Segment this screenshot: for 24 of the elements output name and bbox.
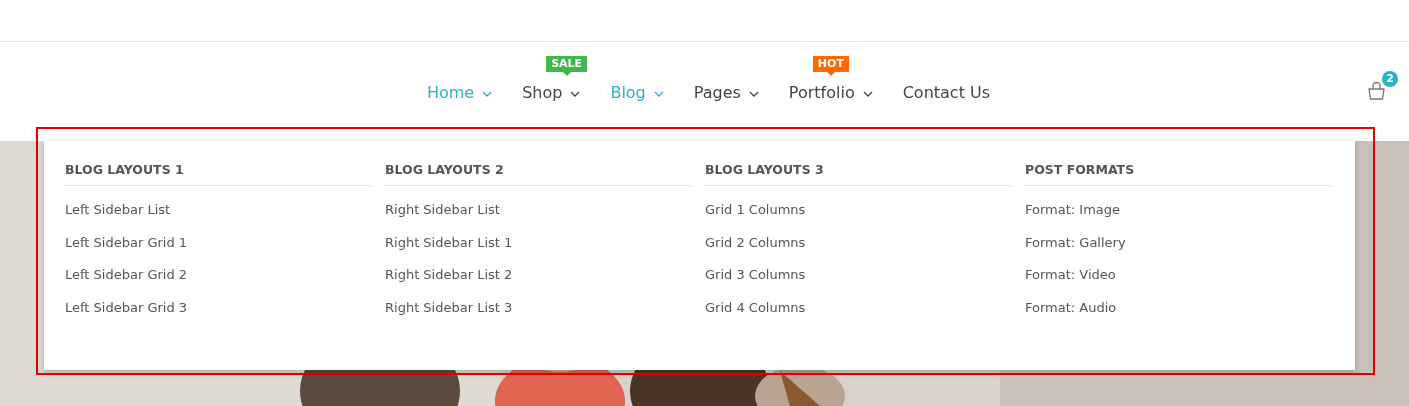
menu-link[interactable]: Grid 1 Columns: [705, 201, 806, 218]
cart-count: 2: [1382, 71, 1398, 87]
menu-link[interactable]: Left Sidebar List: [65, 201, 171, 218]
menu-link[interactable]: Grid 3 Columns: [705, 266, 806, 283]
menu-link[interactable]: Format: Gallery: [1025, 233, 1126, 251]
menu-link[interactable]: Left Sidebar Grid 1: [65, 233, 188, 251]
menu-link[interactable]: Right Sidebar List 3: [385, 298, 513, 316]
nav-link[interactable]: Pages: [693, 83, 759, 102]
menu-link[interactable]: Format: Video: [1025, 266, 1116, 283]
column-heading: BLOG LAYOUTS 3: [705, 156, 1013, 186]
menu-link[interactable]: Grid 2 Columns: [705, 233, 806, 251]
column-heading: POST FORMATS: [1025, 156, 1333, 186]
menu-link[interactable]: Left Sidebar Grid 2: [65, 266, 188, 283]
menu-link[interactable]: Right Sidebar List: [385, 201, 500, 218]
column-heading: BLOG LAYOUTS 2: [385, 156, 693, 186]
menu-link[interactable]: Left Sidebar Grid 3: [65, 298, 188, 316]
menu-link[interactable]: Format: Audio: [1025, 298, 1117, 316]
nav-link[interactable]: Contact Us: [902, 83, 991, 102]
column-heading: BLOG LAYOUTS 1: [65, 156, 373, 186]
menu-link[interactable]: Right Sidebar List 1: [385, 233, 513, 251]
menu-link[interactable]: Grid 4 Columns: [705, 298, 806, 316]
menu-link[interactable]: Format: Image: [1025, 201, 1121, 218]
menu-link[interactable]: Right Sidebar List 2: [385, 266, 513, 283]
shopping-bag-icon: [1366, 80, 1388, 102]
